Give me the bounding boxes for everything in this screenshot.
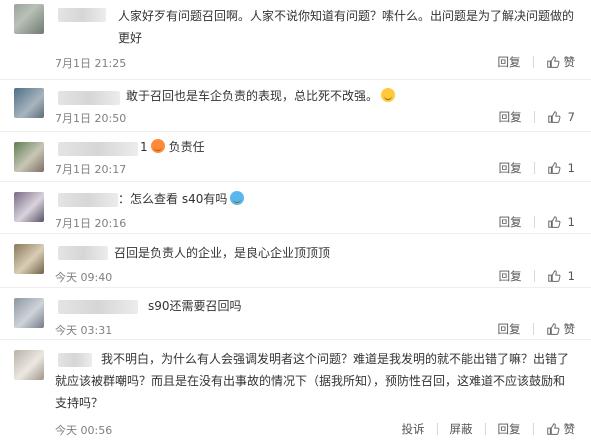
like-button[interactable]: 赞 <box>546 421 576 437</box>
reply-button[interactable]: 回复 <box>498 421 521 437</box>
like-button[interactable]: 1 <box>547 215 575 229</box>
divider <box>532 323 534 335</box>
username[interactable] <box>58 246 108 260</box>
comment-actions: 投诉 屏蔽 回复 赞 <box>402 421 576 437</box>
reply-button[interactable]: 回复 <box>498 321 521 337</box>
comment-time: 7月1日 20:17 <box>55 163 127 176</box>
thumb-up-icon <box>547 111 561 123</box>
like-button[interactable]: 1 <box>547 269 575 283</box>
comment-time: 7月1日 21:25 <box>55 57 127 70</box>
thumb-up-icon <box>546 323 559 335</box>
comment-time: 7月1日 20:16 <box>55 217 127 230</box>
thumb-up-icon <box>547 270 561 282</box>
username[interactable] <box>58 8 106 22</box>
comment-time: 今天 03:31 <box>55 324 113 337</box>
divider <box>532 423 534 435</box>
like-count: 1 <box>567 215 575 229</box>
divider <box>533 111 535 123</box>
like-label: 赞 <box>563 55 576 69</box>
thumb-up-icon <box>546 423 559 435</box>
divider <box>436 423 438 435</box>
comment-text: 1 负责任 <box>140 139 205 154</box>
divider <box>532 56 534 68</box>
like-label: 赞 <box>563 422 576 436</box>
list-item: 人家好歹有问题召回啊。人家不说你知道有问题？嗦什么。出问题是为了解决问题做的更好… <box>0 0 591 80</box>
comment-time: 今天 09:40 <box>55 271 113 284</box>
list-item: 敢于召回也是车企负责的表现，总比死不改强。 7月1日 20:50 回复 7 <box>0 80 591 132</box>
report-button[interactable]: 投诉 <box>402 421 425 437</box>
list-item: 我不明白，为什么有人会强调发明者这个问题？难道是我发明的就不能出错了嘛？出错了就… <box>0 340 591 445</box>
comment-actions: 回复 7 <box>499 109 575 125</box>
comment-text: 我不明白，为什么有人会强调发明者这个问题？难道是我发明的就不能出错了嘛？出错了就… <box>55 352 570 410</box>
avatar[interactable] <box>14 244 44 274</box>
like-button[interactable]: 赞 <box>546 54 576 70</box>
like-count: 1 <box>567 161 575 175</box>
username[interactable] <box>58 193 118 207</box>
comment-text: ：怎么查看 s40有吗 <box>118 188 418 210</box>
comment-text: 敢于召回也是车企负责的表现，总比死不改强。 <box>126 85 546 107</box>
like-button[interactable]: 赞 <box>546 321 576 337</box>
username[interactable] <box>58 300 138 314</box>
avatar[interactable] <box>14 350 44 380</box>
like-button[interactable]: 7 <box>547 110 575 124</box>
divider <box>533 216 535 228</box>
avatar[interactable] <box>14 192 44 222</box>
reply-button[interactable]: 回复 <box>499 214 522 230</box>
divider <box>484 423 486 435</box>
list-item: ：怎么查看 s40有吗 7月1日 20:16 回复 1 <box>0 182 591 234</box>
reply-button[interactable]: 回复 <box>499 109 522 125</box>
reply-button[interactable]: 回复 <box>499 160 522 176</box>
comment-actions: 回复 1 <box>499 214 575 230</box>
username[interactable] <box>58 142 138 156</box>
thumb-up-icon <box>547 162 561 174</box>
emoji-icon <box>381 88 396 102</box>
thumb-up-icon <box>546 56 559 68</box>
comment-text: s90还需要召回吗 <box>148 299 242 313</box>
comment-text: 人家好歹有问题召回啊。人家不说你知道有问题？嗦什么。出问题是为了解决问题做的更好 <box>118 9 575 45</box>
comment-actions: 回复 赞 <box>498 321 576 337</box>
reply-button[interactable]: 回复 <box>498 54 521 70</box>
comment-time: 今天 00:56 <box>55 424 113 437</box>
divider <box>533 162 535 174</box>
divider <box>533 270 535 282</box>
comment-actions: 回复 赞 <box>498 54 576 70</box>
avatar[interactable] <box>14 88 44 118</box>
comment-time: 7月1日 20:50 <box>55 112 127 125</box>
comment-list: 人家好歹有问题召回啊。人家不说你知道有问题？嗦什么。出问题是为了解决问题做的更好… <box>0 0 591 445</box>
comment-text: 召回是负责人的企业，是良心企业顶顶顶 <box>114 246 331 260</box>
reply-button[interactable]: 回复 <box>499 268 522 284</box>
list-item: 召回是负责人的企业，是良心企业顶顶顶 今天 09:40 回复 1 <box>0 234 591 288</box>
avatar[interactable] <box>14 298 44 328</box>
block-button[interactable]: 屏蔽 <box>450 421 473 437</box>
emoji-icon <box>150 139 165 153</box>
username[interactable] <box>58 91 120 105</box>
like-label: 赞 <box>563 322 576 336</box>
avatar[interactable] <box>14 4 44 34</box>
comment-actions: 回复 1 <box>499 268 575 284</box>
like-count: 1 <box>567 269 575 283</box>
emoji-icon <box>230 191 245 205</box>
like-button[interactable]: 1 <box>547 161 575 175</box>
comment-actions: 回复 1 <box>499 160 575 176</box>
list-item: s90还需要召回吗 今天 03:31 回复 赞 <box>0 288 591 340</box>
thumb-up-icon <box>547 216 561 228</box>
like-count: 7 <box>567 110 575 124</box>
list-item: 1 负责任 7月1日 20:17 回复 1 <box>0 132 591 182</box>
avatar[interactable] <box>14 142 44 172</box>
